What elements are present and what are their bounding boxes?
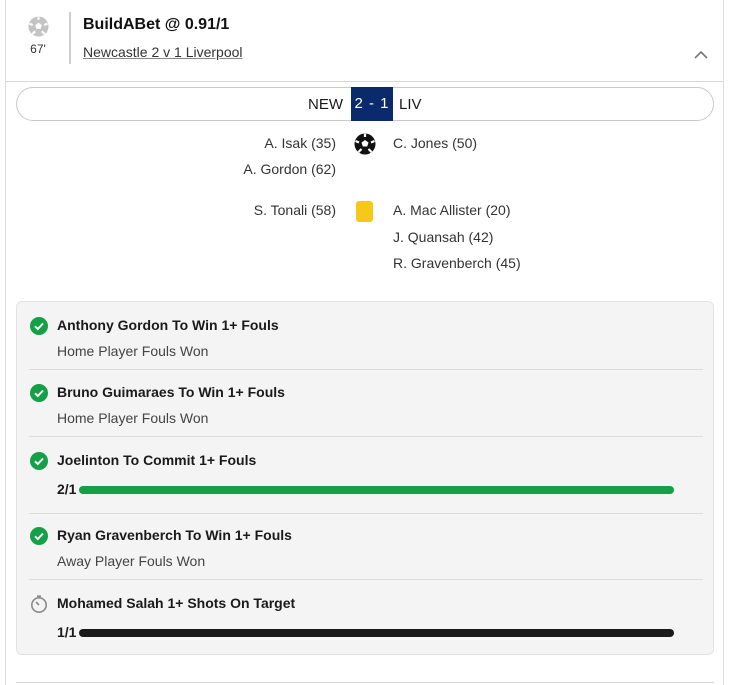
match-link[interactable]: Newcastle 2 v 1 Liverpool <box>83 44 243 60</box>
leg-divider <box>29 369 703 370</box>
bet-legs-panel: Anthony Gordon To Win 1+ Fouls Home Play… <box>16 301 714 655</box>
score-box: 2 - 1 <box>351 87 393 121</box>
check-circle-icon <box>30 527 48 545</box>
leg-divider <box>29 579 703 580</box>
leg-subtitle: Home Player Fouls Won <box>57 410 209 426</box>
home-team-code: NEW <box>308 96 343 113</box>
match-minute: 67' <box>30 42 46 56</box>
away-booking: R. Gravenberch (45) <box>393 255 521 271</box>
football-icon <box>27 16 49 37</box>
leg-title: Ryan Gravenberch To Win 1+ Fouls <box>57 527 292 543</box>
bet-title: BuildABet @ 0.91/1 <box>83 16 230 33</box>
home-goal-scorer: A. Isak (35) <box>264 135 336 151</box>
leg-title: Bruno Guimaraes To Win 1+ Fouls <box>57 384 285 400</box>
check-circle-icon <box>30 317 48 335</box>
chevron-up-icon[interactable] <box>692 46 710 64</box>
away-team-code: LIV <box>399 96 422 113</box>
leg-title: Mohamed Salah 1+ Shots On Target <box>57 595 296 611</box>
bet-card: 67' BuildABet @ 0.91/1 Newcastle 2 v 1 L… <box>5 0 724 685</box>
card-bottom-divider <box>16 682 714 683</box>
check-circle-icon <box>30 452 48 470</box>
check-circle-icon <box>30 384 48 402</box>
leg-odds: 1/1 <box>57 624 77 640</box>
home-booking: S. Tonali (58) <box>253 202 336 218</box>
away-goal-scorer: C. Jones (50) <box>393 135 478 151</box>
leg-title: Anthony Gordon To Win 1+ Fouls <box>57 317 279 333</box>
leg-title: Joelinton To Commit 1+ Fouls <box>57 452 257 468</box>
scoreboard: NEW 2 - 1 LIV <box>16 87 714 121</box>
yellow-card-icon <box>356 201 373 222</box>
progress-bar <box>79 629 674 637</box>
football-icon <box>354 133 376 155</box>
leg-odds: 2/1 <box>57 481 77 497</box>
leg-divider <box>29 436 703 437</box>
leg-subtitle: Home Player Fouls Won <box>57 343 209 359</box>
home-goal-scorer: A. Gordon (62) <box>243 161 336 177</box>
header-divider <box>69 12 71 64</box>
match-clock: 67' <box>26 16 50 56</box>
leg-subtitle: Away Player Fouls Won <box>57 553 206 569</box>
leg-divider <box>29 513 703 514</box>
progress-bar <box>79 486 674 494</box>
bet-header: 67' BuildABet @ 0.91/1 Newcastle 2 v 1 L… <box>6 0 723 82</box>
stopwatch-icon <box>31 595 47 613</box>
away-booking: J. Quansah (42) <box>393 229 494 245</box>
away-booking: A. Mac Allister (20) <box>393 202 511 218</box>
